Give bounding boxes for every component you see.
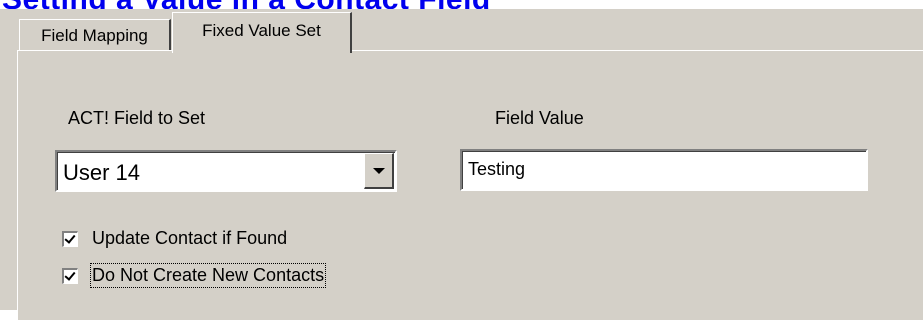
field-value-label: Field Value [495,108,584,128]
update-contact-row[interactable]: Update Contact if Found [62,228,287,249]
panel-content: ACT! Field to Set Field Value User 14 Te… [0,9,923,310]
header-link-clip: Setting a Value in a Contact Field [0,0,923,9]
update-contact-label[interactable]: Update Contact if Found [92,228,287,249]
checkmark-icon [64,231,76,244]
field-value-text: Testing [468,159,526,179]
chevron-down-icon [373,168,385,174]
act-field-label: ACT! Field to Set [68,108,206,128]
checkmark-icon [64,268,76,281]
dropdown-button[interactable] [364,153,394,189]
no-new-contacts-label[interactable]: Do Not Create New Contacts [89,263,327,288]
no-new-contacts-checkbox[interactable] [62,267,78,284]
dialog-window: Field Mapping Fixed Value Set ACT! Field… [0,9,923,320]
update-contact-checkbox[interactable] [62,230,78,247]
act-field-dropdown[interactable]: User 14 [55,150,397,192]
no-new-contacts-row[interactable]: Do Not Create New Contacts [62,263,327,288]
act-field-selected-value: User 14 [63,160,141,185]
header-link[interactable]: Setting a Value in a Contact Field [2,0,491,9]
field-value-input[interactable]: Testing [460,149,868,191]
